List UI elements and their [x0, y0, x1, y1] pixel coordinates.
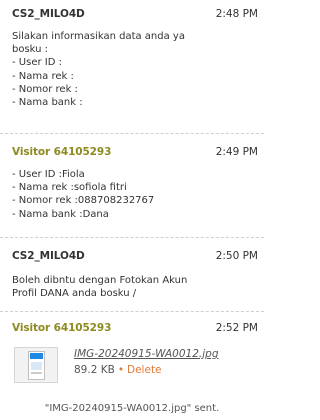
message-body: - User ID :Fiola - Nama rek :sofiola fit…	[12, 168, 258, 221]
chat-message: Visitor 64105293 2:49 PM - User ID :Fiol…	[0, 146, 264, 230]
message-time: 2:49 PM	[215, 146, 258, 158]
phone-screenshot-icon	[28, 351, 45, 380]
message-line: - User ID :Fiola	[12, 169, 85, 180]
attachment-file-link[interactable]: IMG-20240915-WA0012.jpg	[74, 348, 218, 360]
message-line: - Nama rek :	[12, 70, 74, 82]
sender-name: CS2_MILO4D	[12, 8, 85, 20]
message-line: Profil DANA anda bosku /	[12, 288, 137, 300]
message-line: bosku :	[12, 44, 49, 56]
message-time: 2:52 PM	[215, 322, 258, 334]
message-header: CS2_MILO4D 2:50 PM	[12, 250, 258, 266]
file-sent-notice: "IMG-20240915-WA0012.jpg" sent.	[44, 403, 220, 414]
message-header: CS2_MILO4D 2:48 PM	[12, 8, 258, 24]
message-line: Boleh dibntu dengan Fotokan Akun	[12, 275, 188, 286]
message-line: - User ID :	[12, 57, 62, 69]
sender-name: CS2_MILO4D	[12, 250, 85, 262]
message-time: 2:50 PM	[215, 250, 258, 262]
sender-name: Visitor 64105293	[12, 322, 112, 334]
separator-dot: •	[117, 364, 125, 376]
file-attachment: IMG-20240915-WA0012.jpg 89.2 KB • Delete	[12, 346, 258, 386]
message-line: - Nama bank :Dana	[12, 208, 109, 220]
message-line: - Nama rek :sofiola fitri	[12, 182, 127, 194]
delete-attachment-link[interactable]: Delete	[127, 364, 162, 376]
message-body: Boleh dibntu dengan Fotokan Akun Profil …	[12, 274, 258, 300]
message-divider	[0, 237, 264, 238]
chat-message: CS2_MILO4D 2:50 PM Boleh dibntu dengan F…	[0, 250, 264, 306]
message-line: - Nama bank :	[12, 96, 83, 108]
image-thumbnail[interactable]	[14, 347, 58, 383]
message-body: Silakan informasikan data anda ya bosku …	[12, 30, 258, 109]
message-header: Visitor 64105293 2:52 PM	[12, 322, 258, 338]
message-header: Visitor 64105293 2:49 PM	[12, 146, 258, 162]
chat-message: CS2_MILO4D 2:48 PM Silakan informasikan …	[0, 8, 264, 128]
chat-message: Visitor 64105293 2:52 PM IMG-20240915-WA…	[0, 322, 264, 392]
message-divider	[0, 133, 264, 134]
message-line: Silakan informasikan data anda ya	[12, 31, 185, 42]
attachment-meta: 89.2 KB • Delete	[74, 364, 162, 376]
message-time: 2:48 PM	[215, 8, 258, 20]
message-line: - Nomor rek :088708232767	[12, 195, 155, 207]
attachment-file-size: 89.2 KB	[74, 364, 115, 376]
message-line: - Nomor rek :	[12, 83, 78, 95]
message-divider	[0, 311, 264, 312]
sender-name: Visitor 64105293	[12, 146, 112, 158]
